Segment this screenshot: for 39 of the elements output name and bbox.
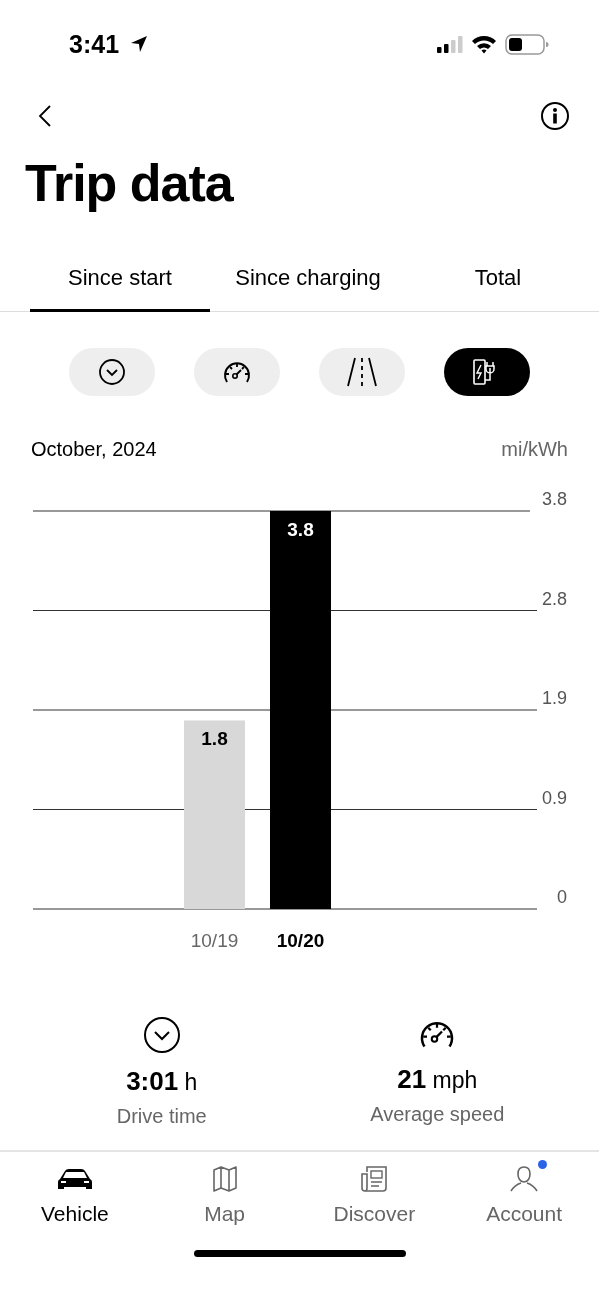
charger-filter-button[interactable] bbox=[444, 348, 530, 396]
person-icon bbox=[509, 1165, 540, 1193]
x-axis-label: 10/20 bbox=[276, 930, 325, 951]
stat-label: Average speed bbox=[370, 1103, 505, 1126]
tab[interactable]: Since charging bbox=[210, 246, 406, 312]
signal-icon bbox=[437, 35, 463, 53]
road-icon bbox=[345, 356, 379, 388]
period-label: October, 2024 bbox=[31, 437, 157, 462]
nav-item[interactable]: Map bbox=[149, 1160, 300, 1230]
y-tick-label: 0 bbox=[557, 887, 567, 907]
wifi-icon bbox=[471, 34, 497, 54]
tab[interactable]: Total bbox=[406, 246, 590, 312]
map-icon bbox=[210, 1165, 239, 1193]
y-tick-label: 3.8 bbox=[541, 489, 567, 509]
y-tick-label: 0.9 bbox=[541, 787, 567, 808]
location-arrow-icon bbox=[129, 34, 150, 54]
tab[interactable]: Since start bbox=[30, 246, 210, 312]
nav-item[interactable]: Discover bbox=[299, 1160, 450, 1230]
stat-value: 3:01 h bbox=[126, 1066, 198, 1097]
bar-value-label: 1.8 bbox=[201, 728, 228, 750]
gauge-filter-button[interactable] bbox=[194, 348, 280, 396]
page-title: Trip data bbox=[25, 153, 235, 214]
clock-icon bbox=[98, 358, 126, 386]
newspaper-icon bbox=[360, 1165, 389, 1193]
nav-item[interactable]: Account bbox=[449, 1160, 599, 1230]
y-tick-label: 2.8 bbox=[541, 588, 567, 609]
status-time: 3:41 bbox=[69, 29, 120, 59]
car-icon bbox=[56, 1167, 93, 1191]
x-axis-label: 10/19 bbox=[190, 930, 239, 951]
nav-item[interactable]: Vehicle bbox=[0, 1160, 150, 1230]
road-filter-button[interactable] bbox=[319, 348, 405, 396]
clock-icon bbox=[142, 1016, 181, 1054]
battery-icon bbox=[505, 33, 549, 55]
clock-filter-button[interactable] bbox=[69, 348, 155, 396]
stat-value: 21 mph bbox=[397, 1064, 478, 1095]
unit-label: mi/kWh bbox=[501, 437, 568, 462]
stat-label: Drive time bbox=[116, 1105, 207, 1128]
bar-value-label: 3.8 bbox=[287, 519, 314, 540]
y-tick-label: 1.9 bbox=[541, 688, 567, 708]
